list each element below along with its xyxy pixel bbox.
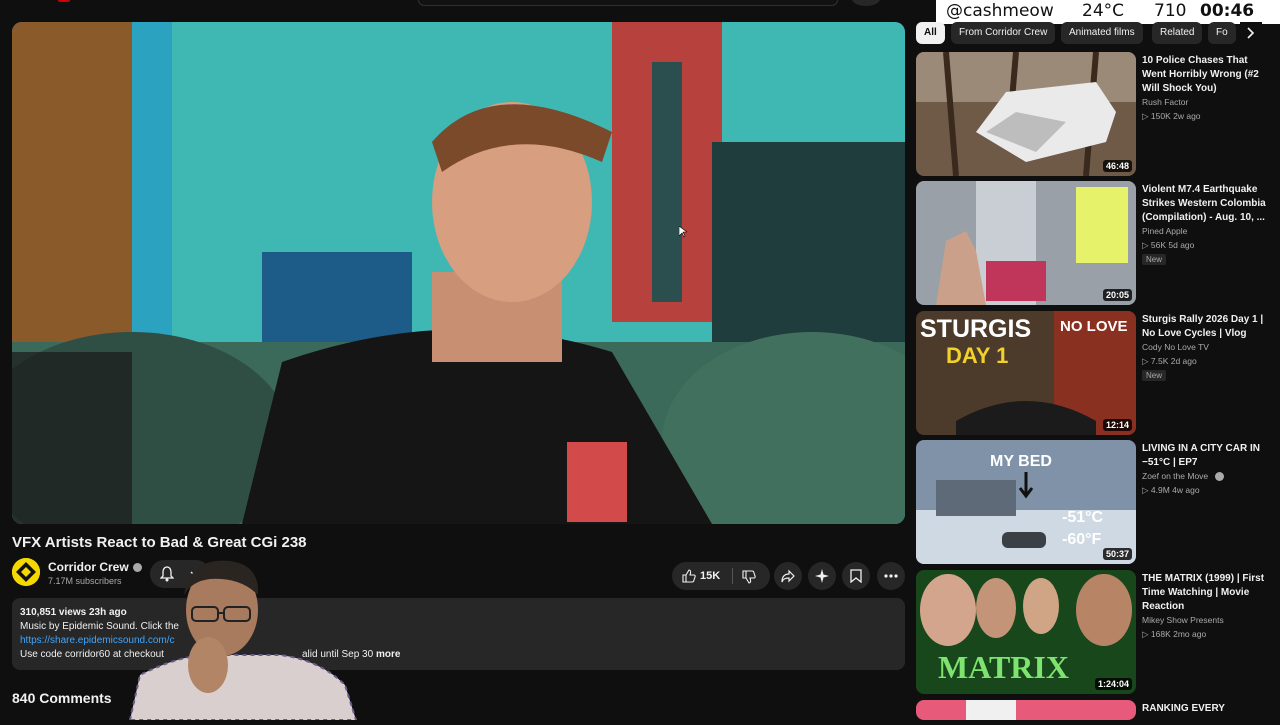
rec-meta: ▷ 56K 5d ago <box>1142 240 1195 250</box>
new-badge: New <box>1142 370 1167 381</box>
thumbnail-sturgis: STURGIS DAY 1 NO LOVE <box>916 311 1136 435</box>
rec-title[interactable]: Violent M7.4 Earthquake Strikes Western … <box>1142 183 1270 225</box>
rec-meta: ▷ 7.5K 2d ago <box>1142 356 1197 366</box>
description-more-button[interactable]: more <box>376 649 400 660</box>
rec-title[interactable]: 10 Police Chases That Went Horribly Wron… <box>1142 54 1270 96</box>
video-frame <box>12 22 905 524</box>
rec-title[interactable]: RANKING EVERY <box>1142 702 1270 716</box>
thumb-text-fahrenheit: -60°F <box>1062 531 1102 548</box>
video-duration: 46:48 <box>1102 160 1132 172</box>
webcam-overlay <box>120 555 360 721</box>
rec-meta: ▷ 150K 2w ago <box>1142 111 1201 121</box>
bookmark-icon <box>850 569 862 583</box>
verified-icon <box>1214 472 1224 482</box>
voice-search-button[interactable] <box>852 0 880 6</box>
youtube-logo-fragment[interactable] <box>58 0 70 2</box>
video-duration: 1:24:04 <box>1094 678 1132 690</box>
share-button[interactable] <box>774 562 802 590</box>
thumbnail-matrix: MATRIX <box>916 570 1136 694</box>
overlay-count: 710 <box>1154 1 1187 21</box>
overlay-clock: 00:46 <box>1200 1 1255 21</box>
recommendation-item[interactable]: 46:48 10 Police Chases That Went Horribl… <box>916 52 1266 176</box>
video-duration: 20:05 <box>1102 289 1132 301</box>
recommendation-item[interactable]: STURGIS DAY 1 NO LOVE 12:14 Sturgis Rall… <box>916 311 1266 435</box>
thumbnail-partial <box>916 700 1136 720</box>
video-thumbnail[interactable]: MATRIX 1:24:04 <box>916 570 1136 694</box>
overlay-handle: @cashmeow <box>946 1 1054 21</box>
recommendation-item[interactable]: MATRIX 1:24:04 THE MATRIX (1999) | First… <box>916 570 1266 694</box>
recommendation-item[interactable]: MY BED -51°C -60°F 50:37 LIVING IN A CIT… <box>916 440 1266 564</box>
rec-channel[interactable]: Pined Apple <box>1142 226 1187 236</box>
video-thumbnail[interactable]: MY BED -51°C -60°F 50:37 <box>916 440 1136 564</box>
stream-info-overlay: @cashmeow 24°C 710 00:46 <box>936 0 1280 24</box>
thumb-text-mybed: MY BED <box>990 453 1052 470</box>
filter-chips: All From Corridor Crew Animated films Re… <box>916 22 1266 44</box>
like-dislike-pill[interactable]: 15K <box>672 562 770 590</box>
thumb-text-celsius: -51°C <box>1062 509 1104 526</box>
ask-ai-button[interactable] <box>808 562 836 590</box>
rec-title[interactable]: LIVING IN A CITY CAR IN −51°C | EP7 <box>1142 442 1270 470</box>
mouse-cursor-icon <box>679 226 687 238</box>
rec-channel[interactable]: Rush Factor <box>1142 97 1188 107</box>
rec-meta: ▷ 168K 2mo ago <box>1142 629 1207 639</box>
chip-animated-films[interactable]: Animated films <box>1061 22 1143 44</box>
share-icon <box>781 569 795 583</box>
corridor-logo-icon <box>12 558 40 586</box>
view-stats: 310,851 views 23h ago <box>20 607 127 618</box>
thumb-text-sturgis: STURGIS <box>920 315 1031 343</box>
rec-channel-text[interactable]: Zoef on the Move <box>1142 471 1208 481</box>
chip-all[interactable]: All <box>916 22 945 44</box>
sparkle-icon <box>815 569 829 583</box>
video-duration: 50:37 <box>1102 548 1132 560</box>
thumb-text-nolove: NO LOVE <box>1060 318 1128 335</box>
like-divider <box>732 568 733 584</box>
thumbnail-city-car: MY BED -51°C -60°F <box>916 440 1136 564</box>
video-thumbnail[interactable]: 20:05 <box>916 181 1136 305</box>
rec-channel[interactable]: Cody No Love TV <box>1142 342 1209 352</box>
rec-channel[interactable]: Zoef on the Move <box>1142 471 1224 482</box>
video-title: VFX Artists React to Bad & Great CGi 238 <box>12 534 307 551</box>
more-horizontal-icon <box>884 574 898 578</box>
rec-title[interactable]: THE MATRIX (1999) | First Time Watching … <box>1142 572 1270 614</box>
video-duration: 12:14 <box>1102 419 1132 431</box>
save-button[interactable] <box>842 562 870 590</box>
streamer-webcam <box>128 560 358 721</box>
chevron-right-icon <box>1247 27 1255 39</box>
more-actions-button[interactable] <box>877 562 905 590</box>
thumbs-down-icon[interactable] <box>742 570 756 584</box>
recommendation-item[interactable]: RANKING EVERY <box>916 700 1266 720</box>
rec-meta: ▷ 4.9M 4w ago <box>1142 485 1200 495</box>
overlay-temperature: 24°C <box>1082 1 1125 21</box>
video-thumbnail[interactable]: 46:48 <box>916 52 1136 176</box>
new-badge: New <box>1142 254 1167 265</box>
rec-title[interactable]: Sturgis Rally 2026 Day 1 | No Love Cycle… <box>1142 313 1270 341</box>
thumbs-up-icon[interactable] <box>682 569 696 583</box>
thumbnail-earthquake <box>916 181 1136 305</box>
chip-related[interactable]: Related <box>1152 22 1203 44</box>
video-thumbnail[interactable]: STURGIS DAY 1 NO LOVE 12:14 <box>916 311 1136 435</box>
rec-channel[interactable]: Mikey Show Presents <box>1142 615 1224 625</box>
search-bar[interactable] <box>418 0 838 6</box>
thumbnail-wrecked-truck <box>916 52 1136 176</box>
thumb-text-matrix: MATRIX <box>938 649 1069 685</box>
recommendation-item[interactable]: 20:05 Violent M7.4 Earthquake Strikes We… <box>916 181 1266 305</box>
thumb-text-day1: DAY 1 <box>946 343 1008 368</box>
chip-from-corridor-crew[interactable]: From Corridor Crew <box>951 22 1056 44</box>
chip-for-you[interactable]: Fo <box>1208 22 1236 44</box>
channel-name-text[interactable]: Corridor Crew <box>48 560 129 574</box>
video-player[interactable] <box>12 22 905 524</box>
subscriber-count: 7.17M subscribers <box>48 576 122 586</box>
like-count: 15K <box>700 570 721 582</box>
comments-heading: 840 Comments <box>12 690 112 706</box>
video-thumbnail[interactable] <box>916 700 1136 720</box>
channel-avatar[interactable] <box>12 558 40 586</box>
chips-next-button[interactable] <box>1240 22 1262 44</box>
